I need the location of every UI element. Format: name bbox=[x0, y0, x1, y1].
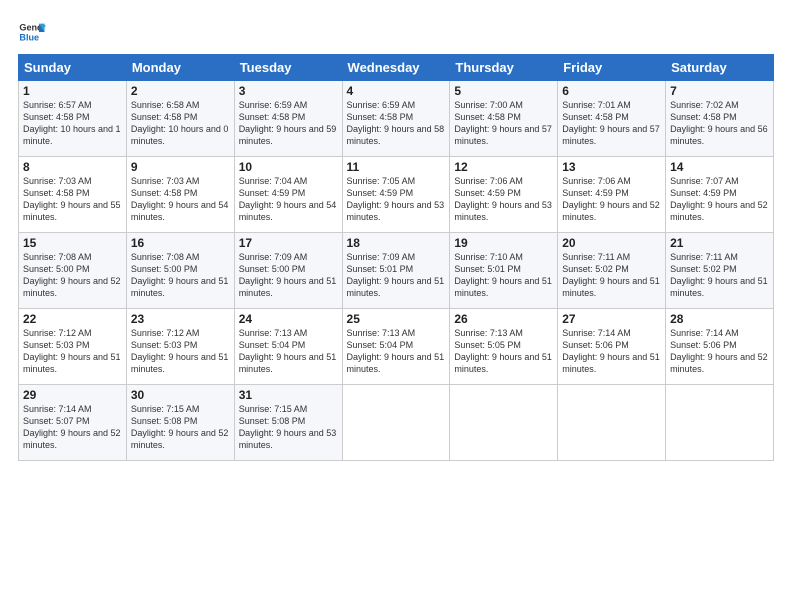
col-header-wednesday: Wednesday bbox=[342, 55, 450, 81]
calendar-table: SundayMondayTuesdayWednesdayThursdayFrid… bbox=[18, 54, 774, 461]
day-5: 5Sunrise: 7:00 AMSunset: 4:58 PMDaylight… bbox=[450, 81, 558, 157]
day-31: 31Sunrise: 7:15 AMSunset: 5:08 PMDayligh… bbox=[234, 385, 342, 461]
svg-text:Blue: Blue bbox=[19, 32, 39, 42]
day-27: 27Sunrise: 7:14 AMSunset: 5:06 PMDayligh… bbox=[558, 309, 666, 385]
day-28: 28Sunrise: 7:14 AMSunset: 5:06 PMDayligh… bbox=[666, 309, 774, 385]
page-header: General Blue bbox=[18, 18, 774, 46]
day-23: 23Sunrise: 7:12 AMSunset: 5:03 PMDayligh… bbox=[126, 309, 234, 385]
day-11: 11Sunrise: 7:05 AMSunset: 4:59 PMDayligh… bbox=[342, 157, 450, 233]
col-header-monday: Monday bbox=[126, 55, 234, 81]
day-1: 1Sunrise: 6:57 AMSunset: 4:58 PMDaylight… bbox=[19, 81, 127, 157]
day-24: 24Sunrise: 7:13 AMSunset: 5:04 PMDayligh… bbox=[234, 309, 342, 385]
day-19: 19Sunrise: 7:10 AMSunset: 5:01 PMDayligh… bbox=[450, 233, 558, 309]
day-empty bbox=[342, 385, 450, 461]
day-9: 9Sunrise: 7:03 AMSunset: 4:58 PMDaylight… bbox=[126, 157, 234, 233]
day-26: 26Sunrise: 7:13 AMSunset: 5:05 PMDayligh… bbox=[450, 309, 558, 385]
col-header-tuesday: Tuesday bbox=[234, 55, 342, 81]
day-10: 10Sunrise: 7:04 AMSunset: 4:59 PMDayligh… bbox=[234, 157, 342, 233]
day-empty bbox=[558, 385, 666, 461]
calendar-header-row: SundayMondayTuesdayWednesdayThursdayFrid… bbox=[19, 55, 774, 81]
day-22: 22Sunrise: 7:12 AMSunset: 5:03 PMDayligh… bbox=[19, 309, 127, 385]
day-20: 20Sunrise: 7:11 AMSunset: 5:02 PMDayligh… bbox=[558, 233, 666, 309]
col-header-friday: Friday bbox=[558, 55, 666, 81]
day-8: 8Sunrise: 7:03 AMSunset: 4:58 PMDaylight… bbox=[19, 157, 127, 233]
day-3: 3Sunrise: 6:59 AMSunset: 4:58 PMDaylight… bbox=[234, 81, 342, 157]
day-17: 17Sunrise: 7:09 AMSunset: 5:00 PMDayligh… bbox=[234, 233, 342, 309]
day-14: 14Sunrise: 7:07 AMSunset: 4:59 PMDayligh… bbox=[666, 157, 774, 233]
day-6: 6Sunrise: 7:01 AMSunset: 4:58 PMDaylight… bbox=[558, 81, 666, 157]
day-4: 4Sunrise: 6:59 AMSunset: 4:58 PMDaylight… bbox=[342, 81, 450, 157]
day-29: 29Sunrise: 7:14 AMSunset: 5:07 PMDayligh… bbox=[19, 385, 127, 461]
day-21: 21Sunrise: 7:11 AMSunset: 5:02 PMDayligh… bbox=[666, 233, 774, 309]
day-7: 7Sunrise: 7:02 AMSunset: 4:58 PMDaylight… bbox=[666, 81, 774, 157]
col-header-saturday: Saturday bbox=[666, 55, 774, 81]
day-12: 12Sunrise: 7:06 AMSunset: 4:59 PMDayligh… bbox=[450, 157, 558, 233]
day-empty bbox=[450, 385, 558, 461]
logo: General Blue bbox=[18, 18, 50, 46]
day-empty bbox=[666, 385, 774, 461]
day-13: 13Sunrise: 7:06 AMSunset: 4:59 PMDayligh… bbox=[558, 157, 666, 233]
col-header-sunday: Sunday bbox=[19, 55, 127, 81]
logo-icon: General Blue bbox=[18, 18, 46, 46]
day-30: 30Sunrise: 7:15 AMSunset: 5:08 PMDayligh… bbox=[126, 385, 234, 461]
day-18: 18Sunrise: 7:09 AMSunset: 5:01 PMDayligh… bbox=[342, 233, 450, 309]
day-2: 2Sunrise: 6:58 AMSunset: 4:58 PMDaylight… bbox=[126, 81, 234, 157]
day-15: 15Sunrise: 7:08 AMSunset: 5:00 PMDayligh… bbox=[19, 233, 127, 309]
col-header-thursday: Thursday bbox=[450, 55, 558, 81]
day-16: 16Sunrise: 7:08 AMSunset: 5:00 PMDayligh… bbox=[126, 233, 234, 309]
day-25: 25Sunrise: 7:13 AMSunset: 5:04 PMDayligh… bbox=[342, 309, 450, 385]
